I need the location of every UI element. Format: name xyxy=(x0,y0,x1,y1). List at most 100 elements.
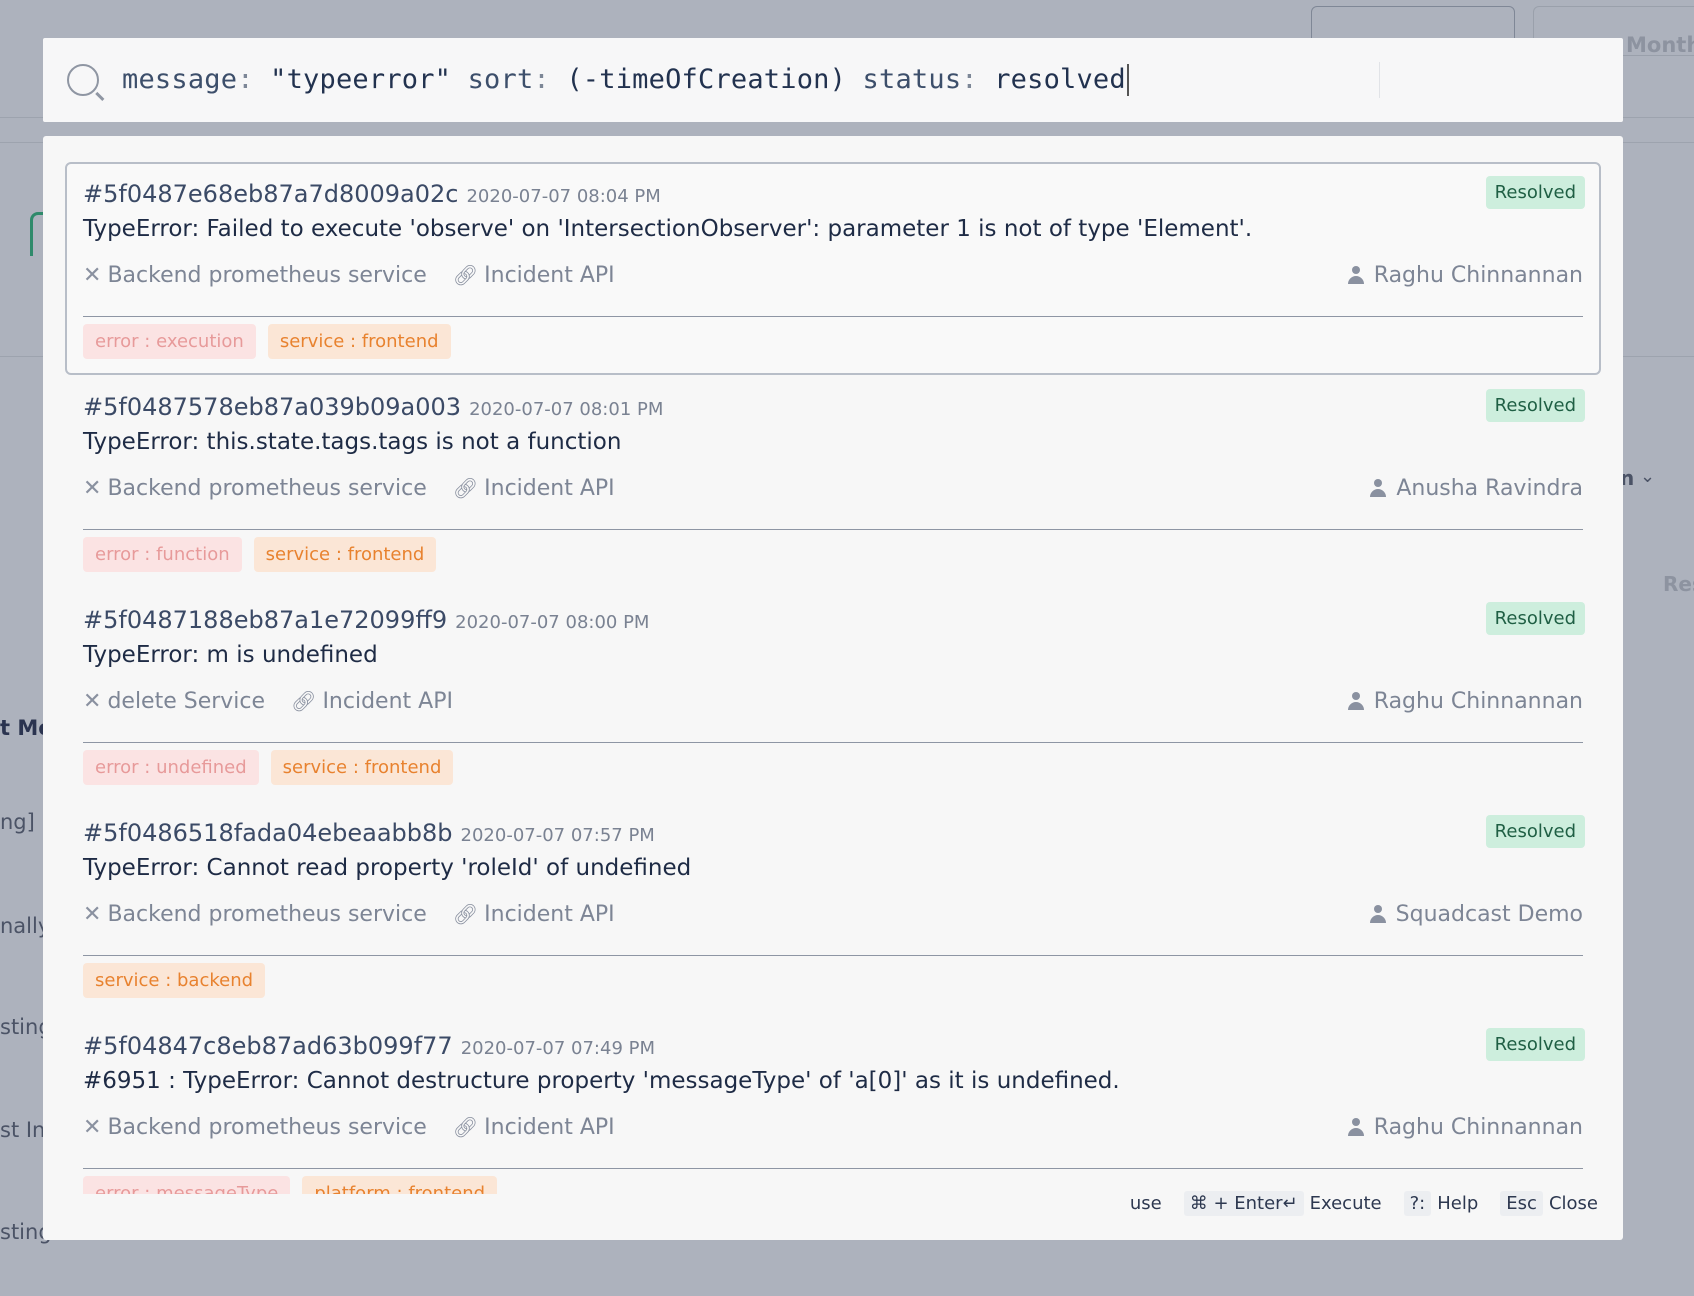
query-token: message xyxy=(122,63,238,95)
user-icon xyxy=(1370,479,1387,497)
alert-icon xyxy=(30,212,44,256)
card-divider xyxy=(83,955,1583,956)
incident-id[interactable]: #5f0487578eb87a039b09a003 xyxy=(83,393,461,421)
incident-timestamp: 2020-07-07 07:57 PM xyxy=(460,825,655,846)
assignee-name: Raghu Chinnannan xyxy=(1373,688,1583,714)
integration-name: Incident API xyxy=(484,262,615,288)
service-name: Backend prometheus service xyxy=(107,1114,427,1140)
query-token: : xyxy=(533,63,567,95)
assignee: Raghu Chinnannan xyxy=(1347,688,1583,714)
background-fragment: st In xyxy=(0,1118,46,1142)
status-badge: Resolved xyxy=(1485,176,1585,209)
incident-id[interactable]: #5f04847c8eb87ad63b099f77 xyxy=(83,1032,453,1060)
tag-list: service : backend xyxy=(83,963,1583,998)
user-icon xyxy=(1347,1118,1364,1136)
search-bar[interactable]: message: "typeerror" sort: (-timeOfCreat… xyxy=(43,38,1623,122)
user-icon xyxy=(1347,692,1364,710)
incident-result-card[interactable]: #5f04847c8eb87ad63b099f77 2020-07-07 07:… xyxy=(65,1014,1601,1194)
tag-chip[interactable]: error : undefined xyxy=(83,750,259,785)
execute-shortcut-key: ⌘ + Enter↵ xyxy=(1183,1191,1304,1216)
assignee-name: Raghu Chinnannan xyxy=(1373,1114,1583,1140)
incident-message: TypeError: Cannot read property 'roleId'… xyxy=(83,855,692,881)
query-token: : xyxy=(961,63,995,95)
integration-name: Incident API xyxy=(484,901,615,927)
search-input[interactable]: message: "typeerror" sort: (-timeOfCreat… xyxy=(122,64,1129,97)
incident-timestamp: 2020-07-07 08:04 PM xyxy=(466,186,661,207)
assignee-name: Raghu Chinnannan xyxy=(1373,262,1583,288)
card-divider xyxy=(83,742,1583,743)
month-label: Month xyxy=(1626,33,1694,57)
incident-timestamp: 2020-07-07 08:00 PM xyxy=(455,612,650,633)
integration-name: Incident API xyxy=(322,688,453,714)
service-name: Backend prometheus service xyxy=(107,262,427,288)
incident-message: #6951 : TypeError: Cannot destructure pr… xyxy=(83,1068,1120,1094)
query-token: (-timeOfCreation) xyxy=(566,63,863,95)
card-divider xyxy=(83,1168,1583,1169)
keyboard-hints: use ⌘ + Enter↵ Execute ?: Help Esc Close xyxy=(1130,1191,1598,1216)
tag-list: error : function service : frontend xyxy=(83,537,1583,572)
assignee-name: Anusha Ravindra xyxy=(1396,475,1583,501)
tag-chip[interactable]: error : execution xyxy=(83,324,256,359)
execute-hint-label: Execute xyxy=(1309,1193,1382,1214)
link-icon: 🔗︎ xyxy=(291,689,317,713)
query-token: resolved xyxy=(994,63,1126,95)
hint-use-label: use xyxy=(1129,1193,1162,1214)
integration-name: Incident API xyxy=(484,1114,615,1140)
tools-icon: ✕ xyxy=(83,262,102,288)
assignee: Anusha Ravindra xyxy=(1370,476,1583,501)
query-token: sort xyxy=(467,63,534,95)
link-icon: 🔗︎ xyxy=(452,1115,479,1139)
tag-chip[interactable]: service : frontend xyxy=(267,324,451,359)
incident-message: TypeError: m is undefined xyxy=(83,642,378,668)
assignee: Squadcast Demo xyxy=(1369,901,1583,927)
background-fragment: Res xyxy=(1663,572,1694,596)
tag-list: error : undefined service : frontend xyxy=(83,750,1583,785)
tools-icon: ✕ xyxy=(83,1114,102,1140)
chevron-down-icon: ⌄ xyxy=(1640,466,1656,487)
help-shortcut-key: ?: xyxy=(1403,1191,1432,1216)
incident-timestamp: 2020-07-07 07:49 PM xyxy=(460,1038,656,1059)
status-badge: Resolved xyxy=(1485,1028,1585,1061)
incident-result-card[interactable]: #5f0486518fada04ebeaabb8b 2020-07-07 07:… xyxy=(65,801,1601,1014)
text-caret xyxy=(1126,64,1129,97)
incident-id[interactable]: #5f0487e68eb87a7d8009a02c xyxy=(83,180,458,208)
close-shortcut-key: Esc xyxy=(1500,1191,1543,1216)
status-badge: Resolved xyxy=(1485,602,1585,635)
query-token: : xyxy=(237,63,271,95)
tag-chip[interactable]: service : frontend xyxy=(270,750,454,785)
assignee: Raghu Chinnannan xyxy=(1347,262,1583,288)
help-hint-label: Help xyxy=(1437,1193,1479,1214)
search-results-panel: #5f0487e68eb87a7d8009a02c 2020-07-07 08:… xyxy=(43,136,1623,1240)
search-separator xyxy=(1379,62,1380,98)
incident-timestamp: 2020-07-07 08:01 PM xyxy=(469,399,664,420)
service-name: delete Service xyxy=(107,688,266,714)
incident-id[interactable]: #5f0487188eb87a1e72099ff9 xyxy=(83,606,447,634)
tag-chip[interactable]: error : messageType xyxy=(83,1176,291,1194)
tools-icon: ✕ xyxy=(83,901,102,927)
incident-id[interactable]: #5f0486518fada04ebeaabb8b xyxy=(83,819,453,847)
status-badge: Resolved xyxy=(1485,389,1585,422)
query-token: status xyxy=(862,63,962,95)
tag-chip[interactable]: service : backend xyxy=(83,963,266,998)
incident-result-card[interactable]: #5f0487e68eb87a7d8009a02c 2020-07-07 08:… xyxy=(65,162,1601,375)
status-badge: Resolved xyxy=(1485,815,1585,848)
integration-name: Incident API xyxy=(484,475,615,501)
search-icon xyxy=(67,64,99,96)
tag-list: error : execution service : frontend xyxy=(83,324,1583,359)
card-divider xyxy=(83,316,1583,317)
tag-chip[interactable]: error : function xyxy=(83,537,242,572)
card-divider xyxy=(83,529,1583,530)
tag-chip[interactable]: service : frontend xyxy=(253,537,437,572)
incident-result-card[interactable]: #5f0487188eb87a1e72099ff9 2020-07-07 08:… xyxy=(65,588,1601,801)
incident-result-card[interactable]: #5f0487578eb87a039b09a003 2020-07-07 08:… xyxy=(65,375,1601,588)
link-icon: 🔗︎ xyxy=(452,263,479,287)
incident-message: TypeError: this.state.tags.tags is not a… xyxy=(83,429,622,455)
user-icon xyxy=(1369,905,1386,923)
tag-chip[interactable]: platform : frontend xyxy=(302,1176,498,1194)
tools-icon: ✕ xyxy=(83,475,102,501)
link-icon: 🔗︎ xyxy=(452,902,479,926)
assignee-name: Squadcast Demo xyxy=(1395,901,1583,927)
results-list: #5f0487e68eb87a7d8009a02c 2020-07-07 08:… xyxy=(65,162,1601,1194)
close-hint-label: Close xyxy=(1548,1193,1598,1214)
link-icon: 🔗︎ xyxy=(452,476,479,500)
